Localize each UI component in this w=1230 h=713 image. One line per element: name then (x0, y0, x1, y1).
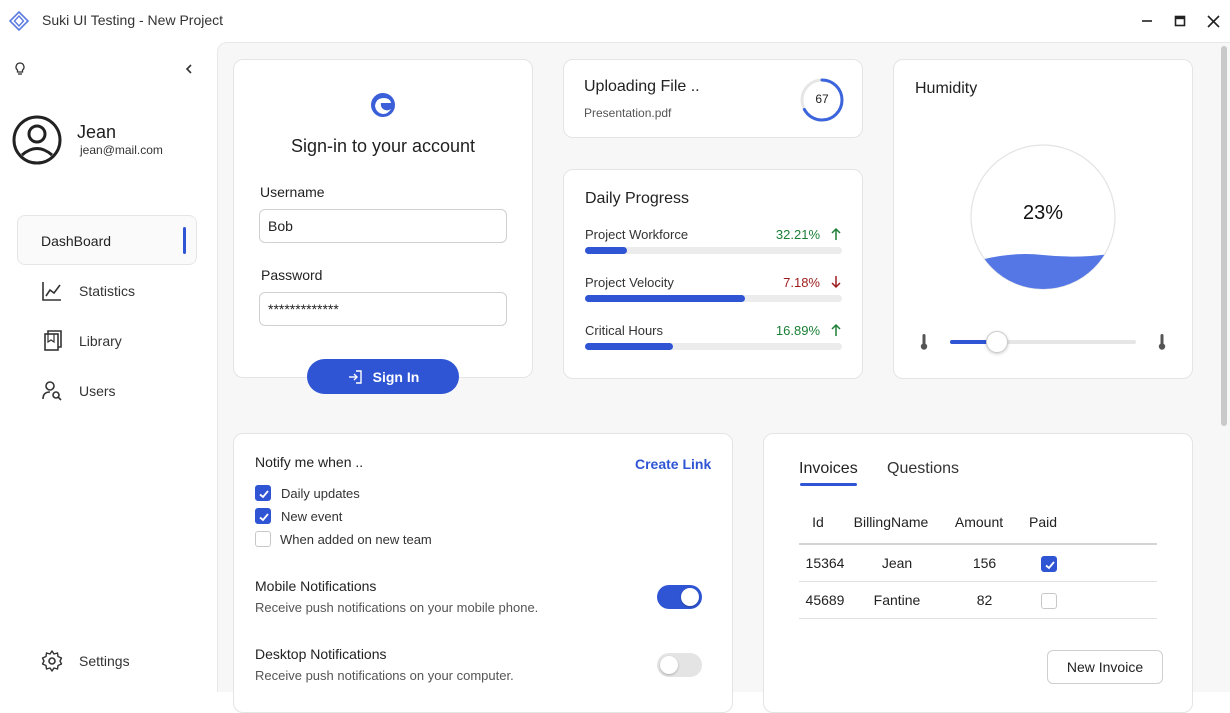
sidebar-item-users[interactable]: Users (40, 378, 200, 404)
minimize-icon (1142, 20, 1152, 22)
paid-checkbox[interactable] (1041, 556, 1057, 572)
sidebar-item-label: Statistics (79, 283, 136, 299)
arrow-up-icon (830, 323, 842, 337)
notify-title: Notify me when .. (255, 454, 364, 470)
notify-option-checkbox[interactable] (255, 485, 271, 501)
column-header-amount: Amount (954, 514, 1004, 530)
upload-title: Uploading File .. (584, 78, 700, 95)
cell-name: Fantine (873, 592, 921, 608)
maximize-icon (1174, 15, 1186, 27)
new-invoice-button[interactable]: New Invoice (1047, 650, 1163, 684)
row-divider (799, 618, 1157, 619)
collapse-sidebar-icon[interactable] (181, 61, 197, 77)
mobile-notifications-toggle[interactable] (657, 585, 702, 609)
chart-line-icon (42, 282, 61, 301)
desktop-notifications-toggle[interactable] (657, 653, 702, 677)
user-name: Jean (77, 122, 117, 142)
mobile-notifications-title: Mobile Notifications (255, 578, 377, 594)
column-header-billingname: BillingName (853, 514, 929, 530)
sign-in-label: Sign In (372, 368, 420, 385)
active-indicator (183, 227, 186, 254)
progress-name: Project Workforce (585, 227, 689, 242)
progress-track (585, 247, 842, 254)
maximize-button[interactable] (1169, 10, 1191, 32)
login-icon (348, 369, 362, 384)
user-search-icon (42, 381, 62, 401)
title-bar: Suki UI Testing - New Project (0, 0, 1230, 42)
row-divider (799, 581, 1157, 582)
user-circle-icon (12, 115, 62, 165)
progress-name: Project Velocity (585, 275, 674, 290)
close-button[interactable] (1202, 10, 1224, 32)
notify-option-label: When added on new team (280, 532, 432, 547)
progress-percent: 32.21% (775, 227, 820, 242)
thermometer-low-icon (917, 333, 931, 356)
sidebar-item-label: Settings (79, 653, 130, 669)
daily-progress-title: Daily Progress (585, 190, 690, 207)
vertical-scrollbar[interactable] (1221, 46, 1227, 426)
password-input[interactable] (259, 292, 507, 326)
gear-icon (41, 650, 63, 672)
library-icon (44, 330, 62, 351)
sidebar-item-label: Users (79, 383, 116, 399)
table-header-divider (799, 543, 1157, 545)
avatar (11, 114, 63, 166)
app-logo-icon (8, 10, 30, 32)
sidebar-item-label: DashBoard (41, 233, 112, 249)
progress-fill (585, 247, 627, 254)
upload-progress-value: 67 (815, 92, 829, 106)
window-title: Suki UI Testing - New Project (42, 12, 224, 28)
signin-title: Sign-in to your account (290, 136, 476, 156)
tab-active-indicator (800, 483, 857, 486)
notify-option-label: New event (281, 509, 343, 524)
cell-amount: 156 (972, 555, 997, 571)
sidebar-item-settings[interactable]: Settings (40, 648, 200, 674)
sign-in-button[interactable]: Sign In (307, 359, 459, 394)
humidity-value: 23% (1022, 202, 1064, 224)
arrow-up-icon (830, 227, 842, 241)
humidity-slider-handle[interactable] (985, 331, 1008, 353)
cell-amount: 82 (976, 592, 993, 608)
cell-id: 45689 (805, 592, 845, 608)
progress-track (585, 295, 842, 302)
progress-percent: 16.89% (775, 323, 820, 338)
username-label: Username (260, 184, 325, 200)
lightbulb-icon[interactable] (11, 60, 29, 78)
column-header-paid: Paid (1028, 514, 1058, 530)
cell-name: Jean (881, 555, 913, 571)
password-label: Password (261, 267, 323, 283)
desktop-notifications-desc: Receive push notifications on your compu… (255, 668, 514, 683)
column-header-id: Id (812, 514, 824, 530)
thermometer-high-icon (1155, 333, 1169, 356)
progress-name: Critical Hours (585, 323, 664, 338)
sidebar-item-library[interactable]: Library (40, 328, 200, 354)
tab-questions[interactable]: Questions (887, 460, 959, 478)
upload-filename: Presentation.pdf (584, 106, 672, 120)
tab-invoices[interactable]: Invoices (799, 460, 858, 478)
desktop-notifications-title: Desktop Notifications (255, 646, 387, 662)
create-link[interactable]: Create Link (635, 456, 711, 472)
minimize-button[interactable] (1136, 10, 1158, 32)
notify-option-checkbox[interactable] (255, 508, 271, 524)
humidity-title: Humidity (915, 80, 978, 97)
user-email: jean@mail.com (80, 143, 163, 157)
progress-fill (585, 295, 745, 302)
close-icon (1206, 14, 1220, 28)
notify-option-label: Daily updates (281, 486, 360, 501)
mobile-notifications-desc: Receive push notifications on your mobil… (255, 600, 539, 615)
edge-logo-icon (369, 91, 397, 119)
sidebar-item-label: Library (79, 333, 122, 349)
notify-option-checkbox[interactable] (255, 531, 271, 547)
progress-track (585, 343, 842, 350)
sidebar-item-statistics[interactable]: Statistics (40, 278, 200, 304)
cell-id: 15364 (805, 555, 845, 571)
sidebar: Jean jean@mail.com DashBoard Statistics … (0, 42, 217, 692)
humidity-slider-track[interactable] (950, 331, 1136, 353)
sidebar-item-dashboard[interactable]: DashBoard (17, 215, 197, 265)
arrow-down-icon (830, 275, 842, 289)
progress-percent: 7.18% (783, 275, 820, 290)
progress-fill (585, 343, 673, 350)
username-input[interactable] (259, 209, 507, 243)
paid-checkbox[interactable] (1041, 593, 1057, 609)
